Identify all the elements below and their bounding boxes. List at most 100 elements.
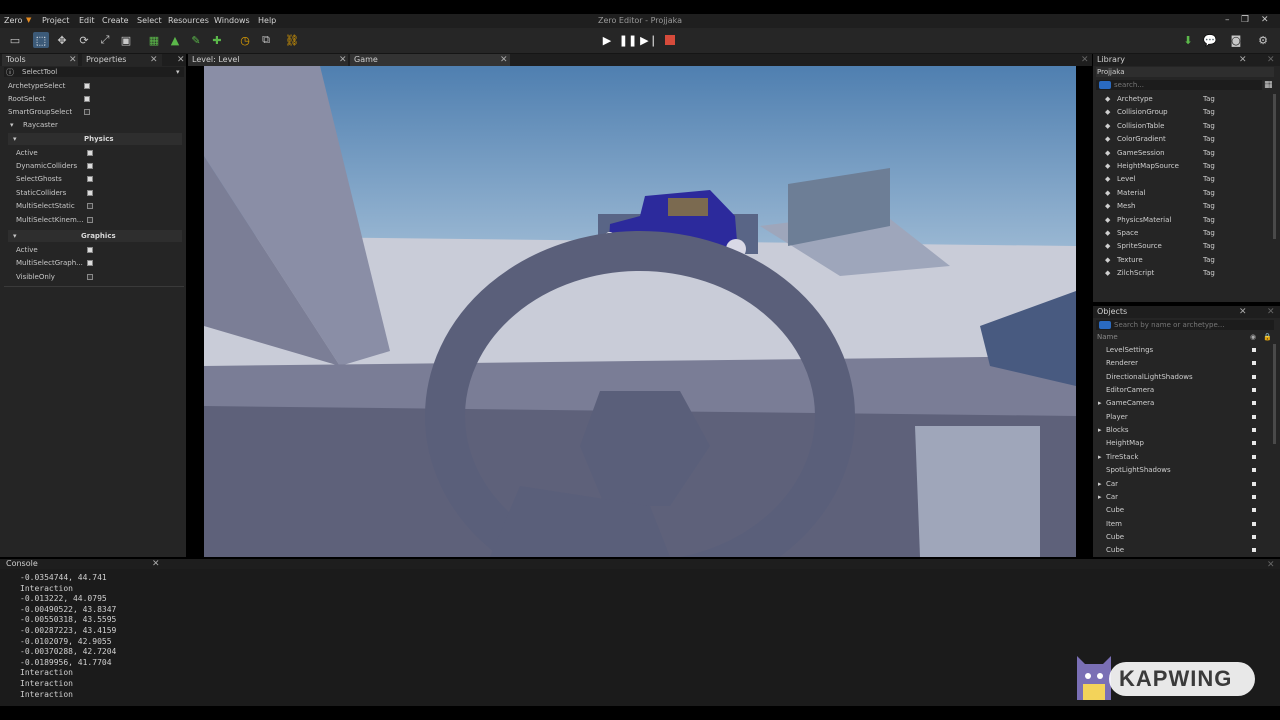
properties-close-icon[interactable]: ✕ — [150, 55, 158, 65]
level-close-icon[interactable]: ✕ — [339, 55, 347, 65]
game-close-icon[interactable]: ✕ — [500, 55, 508, 65]
console-close-icon[interactable]: ✕ — [152, 559, 160, 569]
library-item[interactable]: PhysicsMaterial — [1117, 216, 1171, 224]
library-item-tag[interactable]: Tag — [1203, 122, 1215, 130]
root-select-checkbox[interactable] — [84, 96, 90, 102]
visible-only-checkbox[interactable] — [87, 274, 93, 280]
library-item[interactable]: CollisionGroup — [1117, 108, 1168, 116]
smart-group-select-checkbox[interactable] — [84, 109, 90, 115]
object-item[interactable]: DirectionalLightShadows — [1106, 373, 1193, 381]
library-item[interactable]: GameSession — [1117, 149, 1165, 157]
object-item[interactable]: HeightMap — [1106, 439, 1144, 447]
multi-select-static-checkbox[interactable] — [87, 203, 93, 209]
visibility-toggle[interactable] — [1252, 414, 1256, 419]
expand-arrow-icon[interactable]: ▸ — [1098, 426, 1102, 434]
library-item[interactable]: ColorGradient — [1117, 135, 1166, 143]
object-item[interactable]: Renderer — [1106, 359, 1138, 367]
visibility-toggle[interactable] — [1252, 521, 1256, 526]
library-item-tag[interactable]: Tag — [1203, 229, 1215, 237]
library-item-tag[interactable]: Tag — [1203, 135, 1215, 143]
library-item[interactable]: Space — [1117, 229, 1138, 237]
library-search-input[interactable]: search... — [1096, 80, 1262, 90]
library-item[interactable]: Texture — [1117, 256, 1143, 264]
library-item[interactable]: SpriteSource — [1117, 242, 1162, 250]
expand-arrow-icon[interactable]: ▸ — [1098, 399, 1102, 407]
grid-view-icon[interactable]: ▦ — [1264, 80, 1273, 90]
translate-tool-icon[interactable]: ✥ — [54, 32, 70, 48]
object-item[interactable]: SpotLightShadows — [1106, 466, 1171, 474]
object-item[interactable]: LevelSettings — [1106, 346, 1153, 354]
library-scrollbar[interactable] — [1273, 94, 1276, 239]
multi-select-kinematic-checkbox[interactable] — [87, 217, 93, 223]
objects-search-input[interactable]: Search by name or archetype... — [1096, 320, 1274, 330]
object-item[interactable]: Car — [1106, 493, 1118, 501]
game-viewport[interactable] — [190, 66, 1090, 601]
link-icon[interactable]: ⛓ — [284, 32, 300, 48]
grid-icon[interactable]: ▦ — [146, 32, 162, 48]
settings-icon[interactable]: ⚙ — [1255, 32, 1271, 48]
left-panel-close-icon[interactable]: ✕ — [177, 55, 185, 65]
library-item-tag[interactable]: Tag — [1203, 95, 1215, 103]
library-item[interactable]: HeightMapSource — [1117, 162, 1179, 170]
stop-icon[interactable] — [662, 32, 678, 48]
library-item-tag[interactable]: Tag — [1203, 216, 1215, 224]
library-item-tag[interactable]: Tag — [1203, 269, 1215, 277]
visibility-toggle[interactable] — [1252, 548, 1256, 553]
download-icon[interactable]: ⬇ — [1180, 32, 1196, 48]
visibility-toggle[interactable] — [1252, 374, 1256, 379]
minimize-icon[interactable]: – — [1225, 15, 1230, 25]
library-item[interactable]: Level — [1117, 175, 1135, 183]
objects-close-icon[interactable]: ✕ — [1239, 307, 1247, 317]
physics-collapse-icon[interactable]: ▾ — [13, 135, 17, 143]
object-item[interactable]: Car — [1106, 480, 1118, 488]
manipulator-tool-icon[interactable]: ▣ — [118, 32, 134, 48]
expand-arrow-icon[interactable]: ▸ — [1098, 480, 1102, 488]
objects-panel-close-icon[interactable]: ✕ — [1267, 307, 1275, 317]
library-item[interactable]: Material — [1117, 189, 1145, 197]
object-item[interactable]: GameCamera — [1106, 399, 1154, 407]
tab-library[interactable]: Library — [1093, 54, 1243, 66]
library-item-tag[interactable]: Tag — [1203, 175, 1215, 183]
visibility-toggle[interactable] — [1252, 481, 1256, 486]
object-item[interactable]: Cube — [1106, 533, 1124, 541]
select-tool-icon[interactable]: ⬚ — [33, 32, 49, 48]
static-colliders-checkbox[interactable] — [87, 190, 93, 196]
graphics-active-checkbox[interactable] — [87, 247, 93, 253]
chat-icon[interactable]: 💬 — [1202, 32, 1218, 48]
visibility-toggle[interactable] — [1252, 388, 1256, 393]
library-item-tag[interactable]: Tag — [1203, 202, 1215, 210]
object-item[interactable]: Item — [1106, 520, 1122, 528]
visibility-toggle[interactable] — [1252, 428, 1256, 433]
visibility-toggle[interactable] — [1252, 508, 1256, 513]
visibility-toggle[interactable] — [1252, 454, 1256, 459]
visibility-toggle[interactable] — [1252, 468, 1256, 473]
library-item[interactable]: Mesh — [1117, 202, 1135, 210]
visibility-toggle[interactable] — [1252, 534, 1256, 539]
object-item[interactable]: Cube — [1106, 546, 1124, 554]
visibility-toggle[interactable] — [1252, 361, 1256, 366]
object-item[interactable]: Blocks — [1106, 426, 1129, 434]
object-item[interactable]: Player — [1106, 413, 1128, 421]
multi-select-graphical-checkbox[interactable] — [87, 260, 93, 266]
tab-level[interactable]: Level: Level — [188, 54, 348, 66]
close-window-icon[interactable]: ✕ — [1261, 15, 1269, 25]
visibility-toggle[interactable] — [1252, 401, 1256, 406]
add-object-icon[interactable]: ✚ — [209, 32, 225, 48]
objects-scrollbar[interactable] — [1273, 344, 1276, 444]
raycaster-expand-icon[interactable]: ▾ — [10, 121, 14, 129]
camera-icon[interactable]: ◙ — [1228, 32, 1244, 48]
object-item[interactable]: TireStack — [1106, 453, 1138, 461]
tab-tools[interactable]: Tools — [2, 54, 78, 66]
tab-game[interactable]: Game — [350, 54, 510, 66]
library-item-tag[interactable]: Tag — [1203, 108, 1215, 116]
visibility-toggle[interactable] — [1252, 441, 1256, 446]
maximize-icon[interactable]: ❐ — [1241, 15, 1249, 25]
archetype-select-checkbox[interactable] — [84, 83, 90, 89]
visibility-toggle[interactable] — [1252, 494, 1256, 499]
tools-close-icon[interactable]: ✕ — [69, 55, 77, 65]
landscape-icon[interactable]: ▲ — [167, 32, 183, 48]
library-item-tag[interactable]: Tag — [1203, 256, 1215, 264]
rotate-tool-icon[interactable]: ⟳ — [76, 32, 92, 48]
visibility-toggle[interactable] — [1252, 348, 1256, 352]
library-item[interactable]: ZilchScript — [1117, 269, 1154, 277]
